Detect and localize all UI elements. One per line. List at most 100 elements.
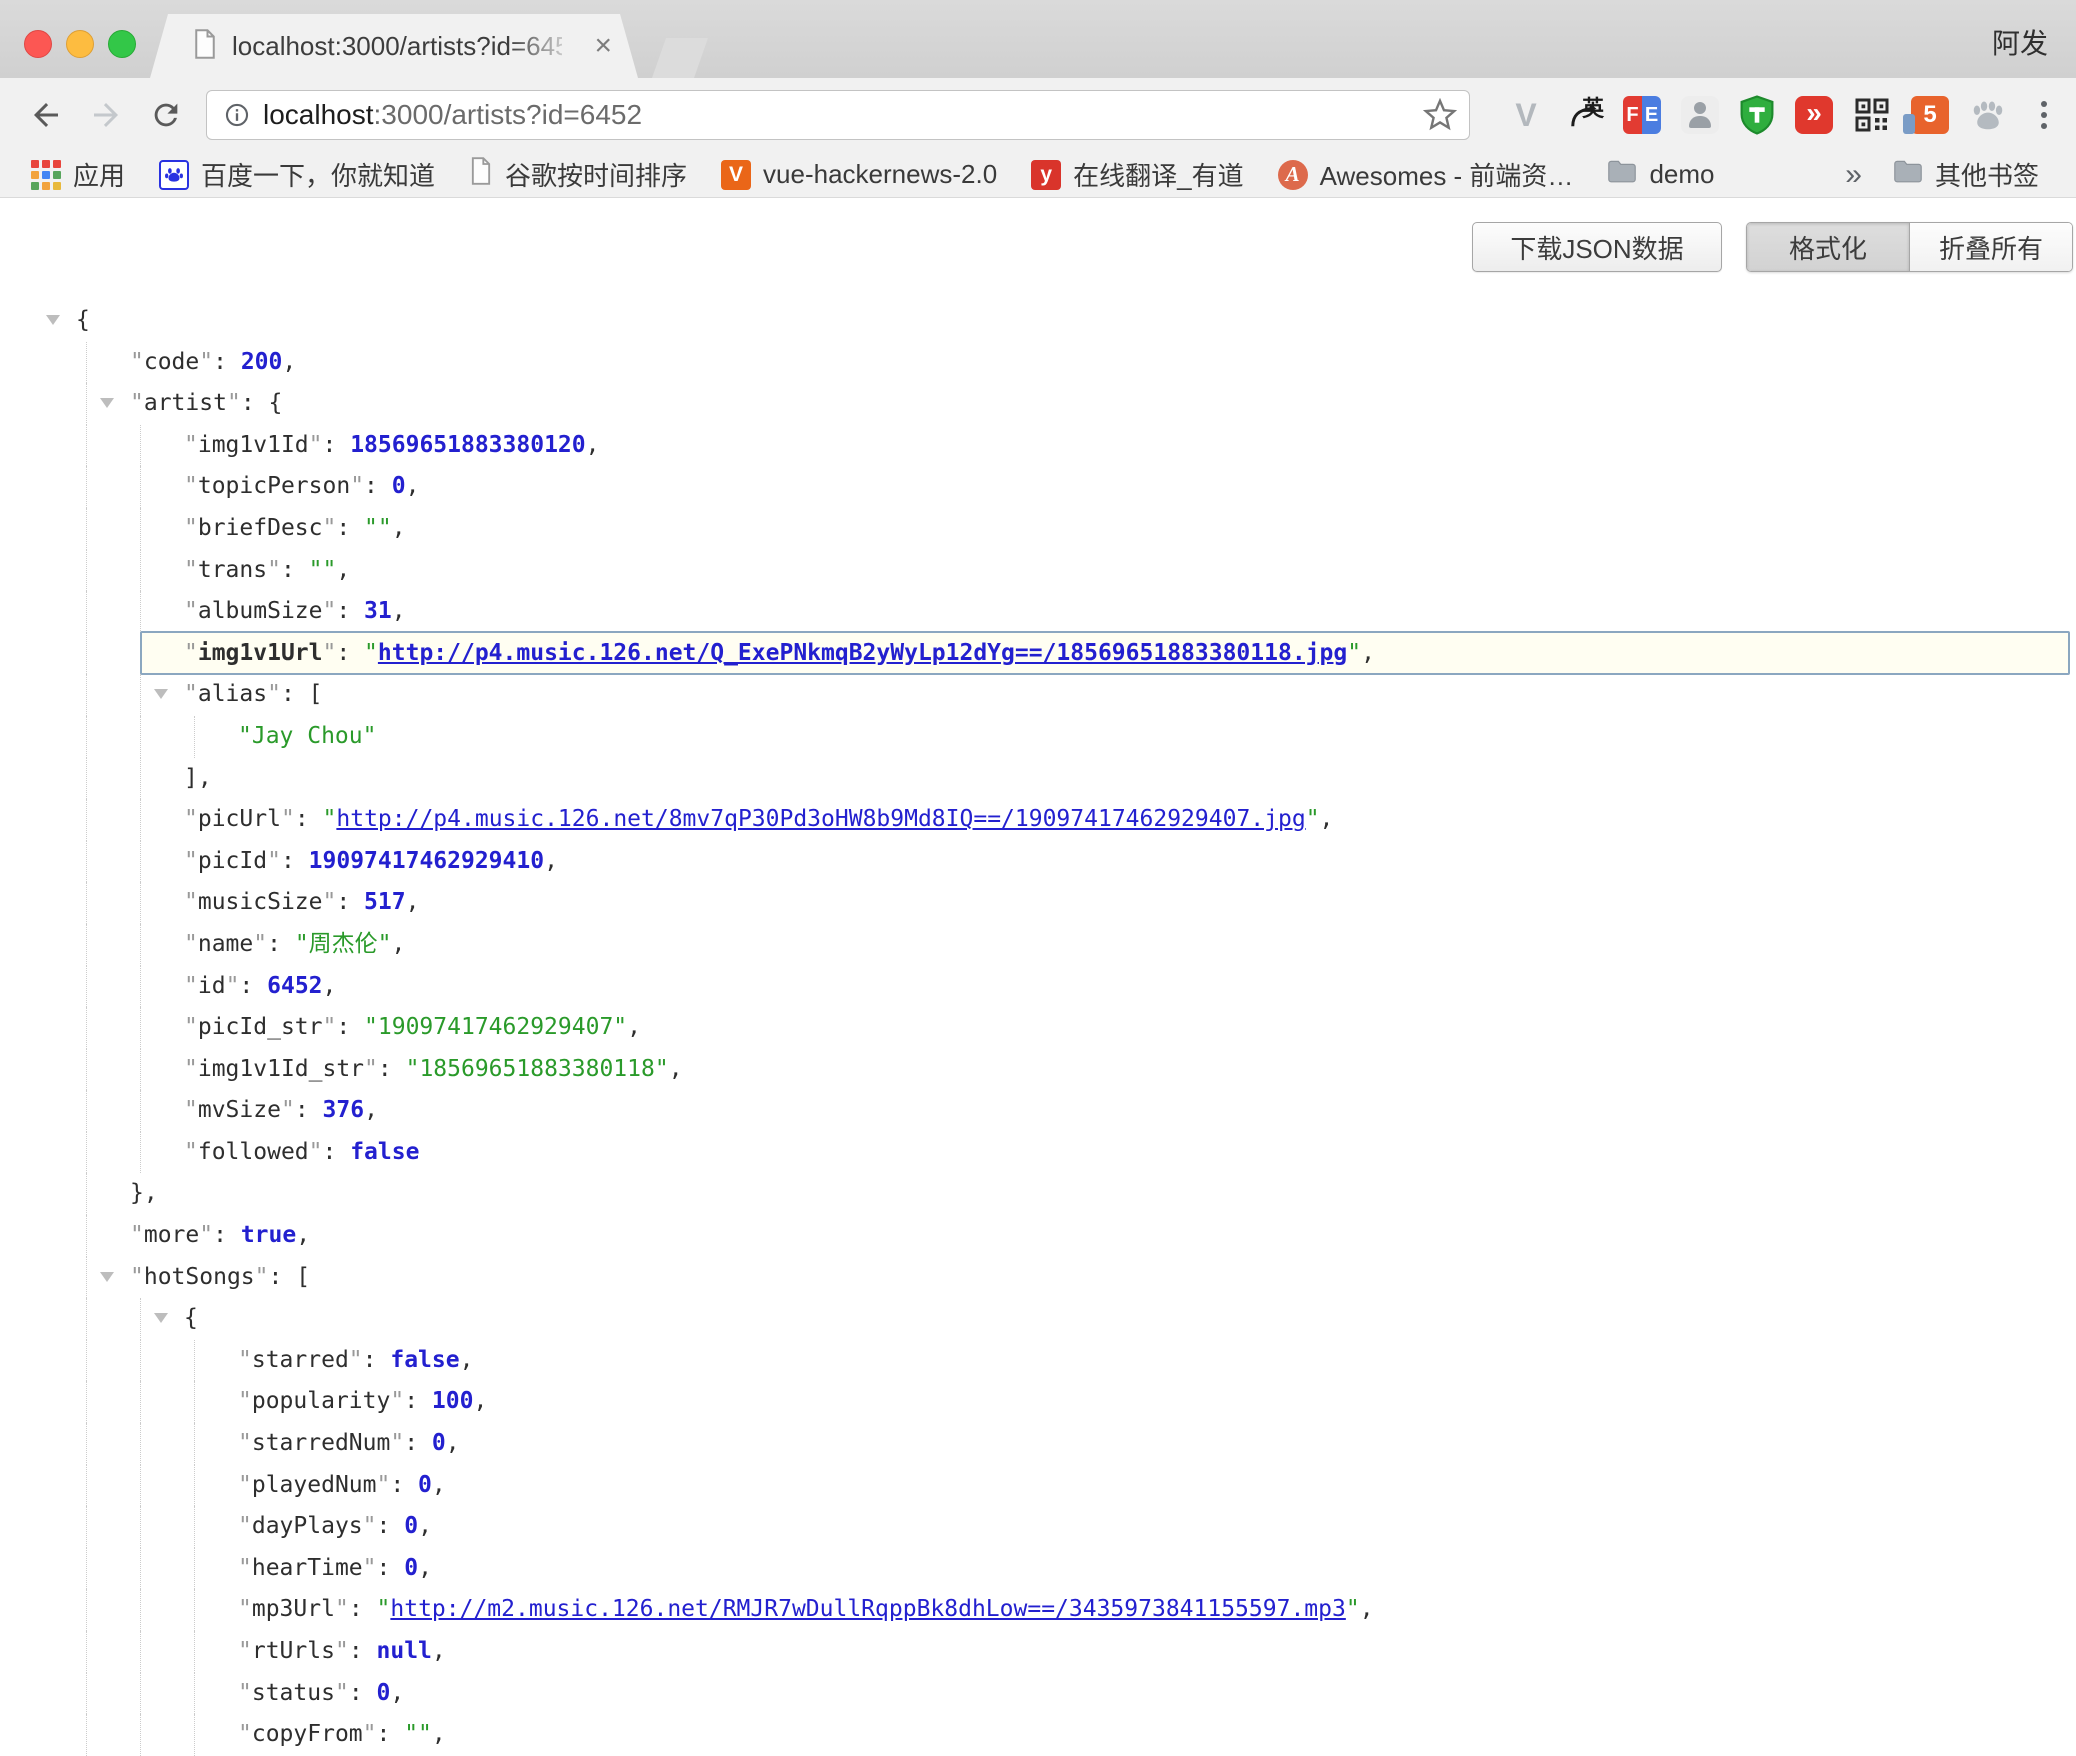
json-line-content: "Jay Chou" xyxy=(238,723,376,749)
vue-icon: V xyxy=(721,160,751,190)
json-line: "picId_str": "19097417462929407", xyxy=(0,1007,2076,1049)
json-line-content: "alias": [ xyxy=(184,681,323,707)
indent-guide xyxy=(140,1589,141,1631)
indent-guide xyxy=(86,1506,87,1548)
indent-guide xyxy=(86,1548,87,1590)
proxy-person-extension-icon[interactable] xyxy=(1680,95,1720,135)
json-line-content: ], xyxy=(184,765,212,791)
bookmark-awesomes[interactable]: A Awesomes - 前端资… xyxy=(1261,155,1591,195)
window-minimize-button[interactable] xyxy=(66,30,94,58)
awesomes-icon: A xyxy=(1278,160,1308,190)
collapse-toggle-icon[interactable] xyxy=(46,315,60,325)
format-button[interactable]: 格式化 xyxy=(1747,223,1910,271)
other-bookmarks-folder[interactable]: 其他书签 xyxy=(1876,155,2056,195)
green-shield-extension-icon[interactable] xyxy=(1738,95,1776,135)
indent-guide xyxy=(140,1381,141,1423)
json-line: "topicPerson": 0, xyxy=(0,466,2076,508)
bookmark-label: vue-hackernews-2.0 xyxy=(763,159,997,190)
indent-guide xyxy=(86,758,87,800)
translate-extension-icon[interactable]: 英 xyxy=(1564,95,1604,135)
json-line: "mvSize": 376, xyxy=(0,1090,2076,1132)
tab-title-fade xyxy=(508,28,578,68)
indent-guide xyxy=(86,425,87,467)
bookmark-vue-hackernews[interactable]: V vue-hackernews-2.0 xyxy=(704,155,1014,195)
json-line-content: "hearTime": 0, xyxy=(238,1555,432,1581)
bookmark-folder-demo[interactable]: demo xyxy=(1590,155,1731,195)
window-close-button[interactable] xyxy=(24,30,52,58)
bookmark-label: demo xyxy=(1649,159,1714,190)
browser-toolbar: localhost:3000/artists?id=6452 V 英 FE » … xyxy=(0,78,2076,152)
bookmark-apps[interactable]: 应用 xyxy=(14,155,142,195)
bookmark-google-sort[interactable]: 谷歌按时间排序 xyxy=(452,155,704,195)
qr-code-extension-icon[interactable] xyxy=(1852,95,1892,135)
bookmarks-overflow-icon[interactable]: » xyxy=(1831,158,1876,192)
indent-guide xyxy=(86,1049,87,1091)
window-zoom-button[interactable] xyxy=(108,30,136,58)
forward-button[interactable] xyxy=(86,95,126,135)
json-url-link[interactable]: http://p4.music.126.net/Q_ExePNkmqB2yWyL… xyxy=(378,640,1347,666)
indent-guide xyxy=(86,508,87,550)
new-tab-button[interactable] xyxy=(652,38,708,78)
indent-guide xyxy=(194,1548,195,1590)
indent-guide xyxy=(86,1173,87,1215)
collapse-toggle-icon[interactable] xyxy=(154,689,168,699)
json-line-content: { xyxy=(184,1305,198,1331)
json-url-link[interactable]: http://m2.music.126.net/RMJR7wDullRqppBk… xyxy=(390,1596,1345,1622)
indent-guide xyxy=(86,342,87,384)
indent-guide xyxy=(194,1381,195,1423)
json-line: "artist": { xyxy=(0,383,2076,425)
indent-guide xyxy=(194,1673,195,1715)
indent-guide xyxy=(140,1714,141,1756)
indent-guide xyxy=(86,1090,87,1132)
indent-guide xyxy=(86,1631,87,1673)
bookmark-label: Awesomes - 前端资… xyxy=(1320,156,1574,193)
bookmark-label: 百度一下，你就知道 xyxy=(201,156,435,193)
bookmarks-bar: 应用 百度一下，你就知道 谷歌按时间排序 V vue-hackernews-2.… xyxy=(0,152,2076,198)
browser-profile-name[interactable]: 阿发 xyxy=(1992,22,2048,62)
json-line: "Jay Chou" xyxy=(0,716,2076,758)
bookmark-star-icon[interactable] xyxy=(1423,98,1457,137)
indent-guide xyxy=(140,466,141,508)
json-line: "trans": "", xyxy=(0,550,2076,592)
json-line-content: "artist": { xyxy=(130,390,282,416)
indent-guide xyxy=(194,1506,195,1548)
bookmark-youdao[interactable]: y 在线翻译_有道 xyxy=(1014,155,1260,195)
indent-guide xyxy=(86,383,87,425)
collapse-toggle-icon[interactable] xyxy=(100,1272,114,1282)
json-line: "copyFrom": "", xyxy=(0,1714,2076,1756)
browser-tab[interactable]: localhost:3000/artists?id=645 × xyxy=(150,14,638,78)
fast-forward-extension-icon[interactable]: » xyxy=(1794,95,1834,135)
browser-menu-icon[interactable] xyxy=(2026,95,2062,135)
folder-icon xyxy=(1893,159,1923,190)
bear-paw-extension-icon[interactable] xyxy=(1968,95,2008,135)
download-json-button[interactable]: 下载JSON数据 xyxy=(1472,222,1722,272)
folder-icon xyxy=(1607,159,1637,190)
reload-button[interactable] xyxy=(146,95,186,135)
vue-devtools-extension-icon[interactable]: V xyxy=(1506,95,1546,135)
view-mode-toggle: 格式化 折叠所有 xyxy=(1746,222,2073,272)
html5-extension-icon[interactable]: 5 xyxy=(1910,95,1950,135)
json-line: "id": 6452, xyxy=(0,966,2076,1008)
indent-guide xyxy=(86,1257,87,1299)
collapse-toggle-icon[interactable] xyxy=(154,1313,168,1323)
address-bar[interactable]: localhost:3000/artists?id=6452 xyxy=(206,90,1470,140)
json-url-link[interactable]: http://p4.music.126.net/8mv7qP30Pd3oHW8b… xyxy=(336,806,1305,832)
indent-guide xyxy=(86,633,87,675)
site-info-icon[interactable] xyxy=(223,101,251,129)
json-line-content: "popularity": 100, xyxy=(238,1388,487,1414)
indent-guide xyxy=(86,716,87,758)
collapse-all-button[interactable]: 折叠所有 xyxy=(1910,223,2072,271)
url-host: localhost xyxy=(263,99,374,130)
bookmark-baidu[interactable]: 百度一下，你就知道 xyxy=(142,155,452,195)
fe-helper-extension-icon[interactable]: FE xyxy=(1622,95,1662,135)
indent-guide xyxy=(140,550,141,592)
back-button[interactable] xyxy=(26,95,66,135)
json-line-content: "rtUrls": null, xyxy=(238,1638,446,1664)
indent-guide xyxy=(140,1132,141,1174)
json-line-content: "mvSize": 376, xyxy=(184,1097,378,1123)
tab-close-icon[interactable]: × xyxy=(594,28,612,64)
indent-guide xyxy=(140,1506,141,1548)
collapse-toggle-icon[interactable] xyxy=(100,398,114,408)
json-line: "img1v1Id_str": "18569651883380118", xyxy=(0,1049,2076,1091)
indent-guide xyxy=(194,1631,195,1673)
